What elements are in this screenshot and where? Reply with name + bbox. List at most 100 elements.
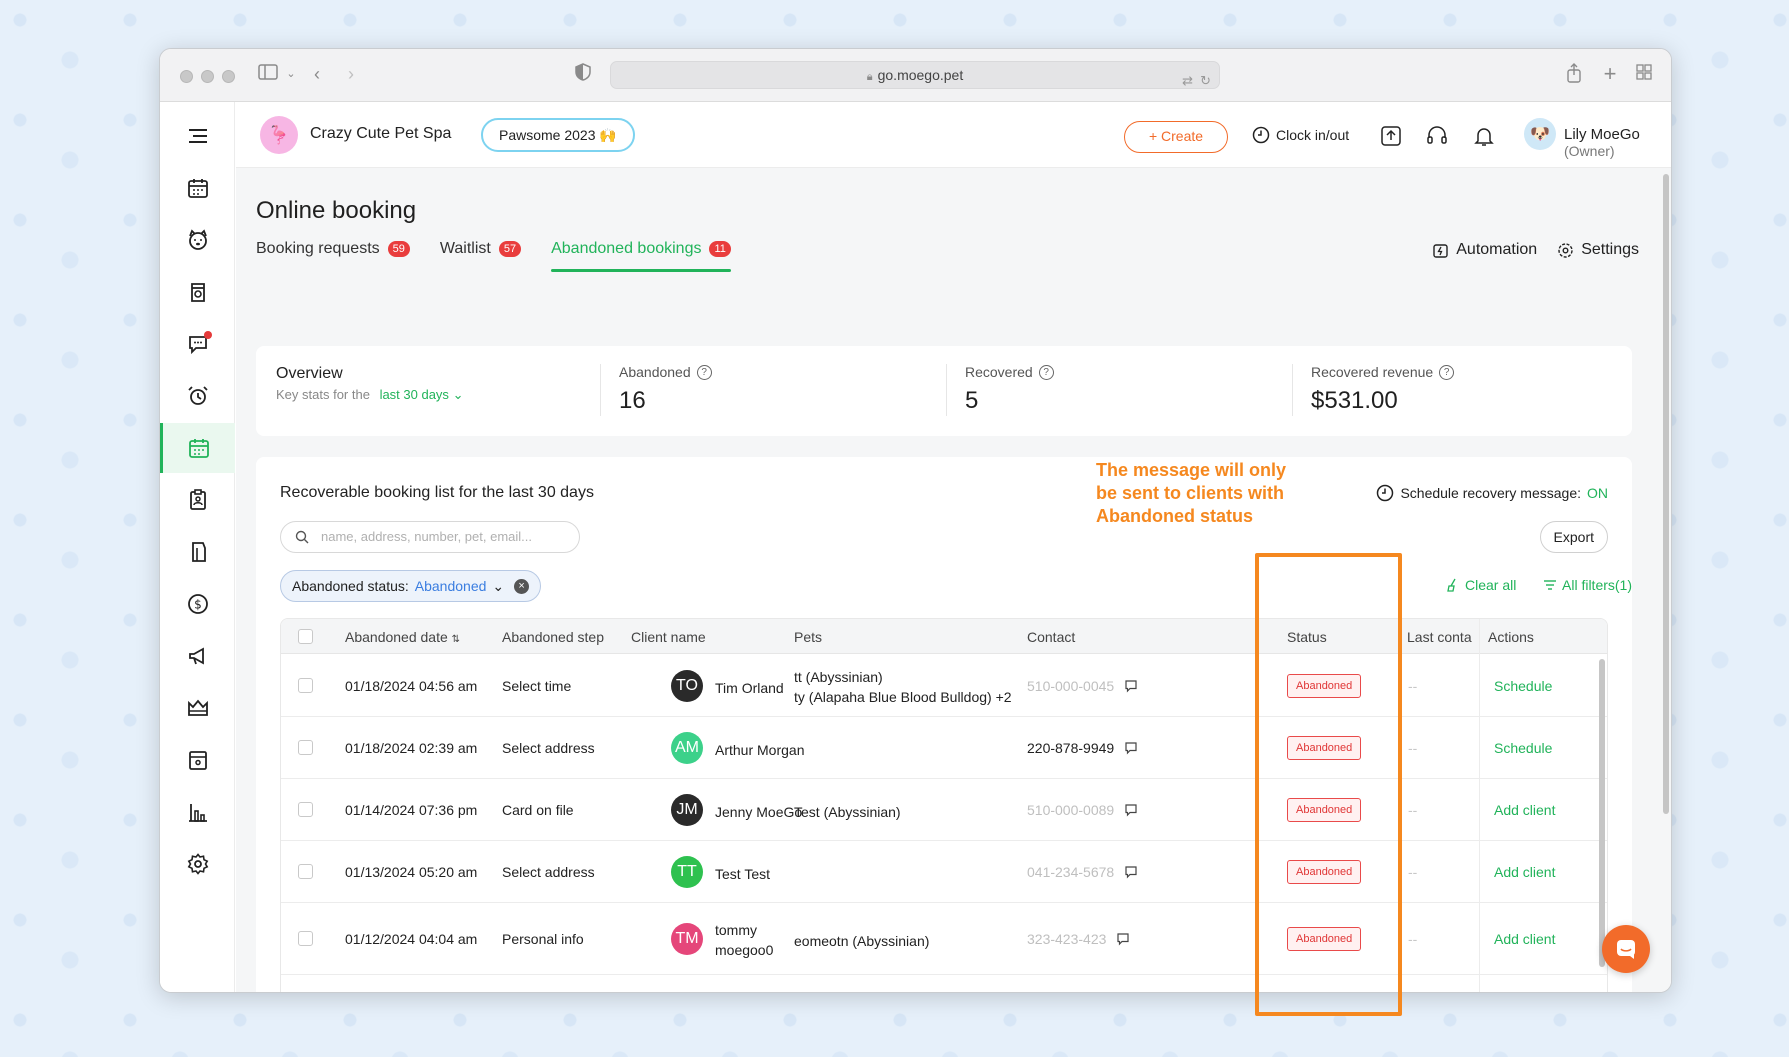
settings-icon[interactable]: [160, 839, 235, 889]
column-abandoned-date[interactable]: Abandoned date ⇅: [345, 629, 460, 645]
help-icon[interactable]: ?: [1038, 364, 1054, 380]
remove-filter-icon[interactable]: ×: [514, 578, 530, 594]
agreement-icon[interactable]: [160, 735, 235, 785]
row-action-button[interactable]: Add client: [1494, 864, 1555, 880]
sidebar-toggle-icon[interactable]: [257, 63, 279, 85]
forward-arrow-icon[interactable]: ›: [340, 63, 362, 85]
stat-recovered-revenue: Recovered revenue? $531.00: [1292, 364, 1455, 416]
table-row[interactable]: 01/12/2024 04:04 am Personal info TM tommy m…: [281, 903, 1607, 975]
tab-booking-requests[interactable]: Booking requests 59: [256, 240, 410, 272]
contact-phone[interactable]: 041-234-5678: [1027, 864, 1138, 880]
address-bar[interactable]: 🔒︎ go.moego.pet ⇄ ↻: [610, 61, 1220, 89]
status-filter-chip[interactable]: Abandoned status: Abandoned ⌄ ×: [280, 570, 542, 602]
client-name[interactable]: Tim Orland: [715, 678, 784, 698]
reports-icon[interactable]: [160, 787, 235, 837]
user-menu[interactable]: Lily MoeGo (Owner): [1564, 126, 1671, 160]
select-all-checkbox[interactable]: [298, 629, 313, 644]
row-action-button[interactable]: Add client: [1494, 802, 1555, 818]
tab-label: Abandoned bookings: [551, 240, 702, 257]
contact-phone[interactable]: 510-000-0045: [1027, 678, 1138, 694]
upload-icon[interactable]: [1379, 124, 1403, 148]
help-icon[interactable]: ?: [696, 364, 712, 380]
pawsome-button[interactable]: Pawsome 2023 🙌: [481, 118, 635, 152]
shield-icon[interactable]: [572, 63, 594, 85]
pet-icon[interactable]: [160, 215, 235, 265]
translate-icon[interactable]: ⇄: [1182, 67, 1193, 94]
settings-button[interactable]: Settings: [1557, 241, 1639, 259]
grooming-icon[interactable]: [160, 267, 235, 317]
export-button[interactable]: Export: [1539, 521, 1608, 553]
menu-icon[interactable]: [160, 111, 235, 161]
schedule-recovery-toggle[interactable]: Schedule recovery message: ON: [1376, 484, 1608, 502]
filter-value: Abandoned: [414, 578, 487, 594]
tab-waitlist[interactable]: Waitlist 57: [440, 240, 522, 272]
period-dropdown[interactable]: last 30 days ⌄: [380, 387, 464, 402]
chat-icon[interactable]: [160, 319, 235, 369]
contact-phone[interactable]: 323-423-423: [1027, 931, 1130, 947]
client-avatar[interactable]: TM: [671, 923, 703, 955]
create-button[interactable]: + Create: [1124, 121, 1228, 153]
table-row[interactable]: 01/13/2024 05:20 am Select address TT Test …: [281, 841, 1607, 903]
sort-icon[interactable]: ⇅: [452, 634, 460, 645]
chevron-down-icon[interactable]: ⌄: [280, 63, 302, 85]
clipboard-icon[interactable]: [160, 475, 235, 525]
clear-all-button[interactable]: Clear all: [1446, 577, 1516, 593]
row-action-button[interactable]: Schedule: [1494, 678, 1552, 694]
client-name[interactable]: Jenny MoeGo: [715, 802, 802, 822]
url-text: go.moego.pet: [877, 67, 964, 83]
membership-icon[interactable]: [160, 683, 235, 733]
headset-icon[interactable]: [1425, 124, 1449, 148]
tab-abandoned-bookings[interactable]: Abandoned bookings 11: [551, 240, 731, 272]
finance-icon[interactable]: $: [160, 579, 235, 629]
last-contact: --: [1408, 864, 1418, 880]
search-input[interactable]: name, address, number, pet, email...: [280, 521, 580, 553]
row-checkbox[interactable]: [298, 740, 313, 755]
help-icon[interactable]: ?: [1439, 364, 1455, 380]
alarm-icon[interactable]: [160, 371, 235, 421]
share-icon[interactable]: [1563, 63, 1585, 85]
client-avatar[interactable]: TT: [671, 856, 703, 888]
marketing-icon[interactable]: [160, 631, 235, 681]
row-action-button[interactable]: Schedule: [1494, 740, 1552, 756]
reload-icon[interactable]: ↻: [1200, 67, 1211, 94]
retail-icon[interactable]: [160, 527, 235, 577]
row-checkbox[interactable]: [298, 931, 313, 946]
table-row[interactable]: 01/14/2024 07:36 pm Card on file JM Jenny M…: [281, 779, 1607, 841]
online-booking-icon[interactable]: [160, 423, 235, 473]
business-name[interactable]: Crazy Cute Pet Spa: [310, 125, 451, 143]
contact-phone[interactable]: 510-000-0089: [1027, 802, 1138, 818]
row-checkbox[interactable]: [298, 864, 313, 879]
business-avatar[interactable]: 🦩: [260, 116, 298, 154]
window-controls[interactable]: [180, 70, 235, 83]
row-checkbox[interactable]: [298, 678, 313, 693]
chat-support-icon[interactable]: [1602, 925, 1650, 973]
annotation-line: Abandoned status: [1096, 506, 1254, 526]
client-avatar[interactable]: JM: [671, 794, 703, 826]
all-filters-button[interactable]: All filters(1): [1543, 577, 1632, 593]
bell-icon[interactable]: [1472, 124, 1496, 148]
user-avatar[interactable]: 🐶: [1524, 118, 1556, 150]
clock-in-out-button[interactable]: Clock in/out: [1252, 126, 1349, 144]
client-name[interactable]: Arthur Morgan: [715, 740, 804, 760]
client-name[interactable]: tommy moegoo0: [715, 920, 773, 960]
contact-phone[interactable]: 220-878-9949: [1027, 740, 1138, 756]
message-icon: [1117, 933, 1129, 946]
page-scrollbar[interactable]: [1661, 168, 1671, 992]
settings-label: Settings: [1581, 241, 1639, 258]
client-avatar[interactable]: TO: [671, 670, 703, 702]
table-row[interactable]: 01/18/2024 02:39 am Select address AM Arthu…: [281, 717, 1607, 779]
table-row[interactable]: 01/18/2024 04:56 am Select time TO Tim Orla…: [281, 655, 1607, 717]
client-avatar[interactable]: AM: [671, 732, 703, 764]
tab-overview-icon[interactable]: [1633, 63, 1655, 85]
automation-button[interactable]: Automation: [1432, 241, 1537, 259]
new-tab-icon[interactable]: +: [1599, 63, 1621, 85]
row-checkbox[interactable]: [298, 802, 313, 817]
table-row[interactable]: [281, 976, 1607, 992]
row-action-button[interactable]: Add client: [1494, 931, 1555, 947]
filter-icon: [1544, 580, 1556, 590]
client-name[interactable]: Test Test: [715, 864, 770, 884]
table-scrollbar[interactable]: [1599, 659, 1605, 967]
count-badge: 11: [709, 241, 731, 257]
calendar-icon[interactable]: [160, 163, 235, 213]
back-arrow-icon[interactable]: ‹: [306, 63, 328, 85]
